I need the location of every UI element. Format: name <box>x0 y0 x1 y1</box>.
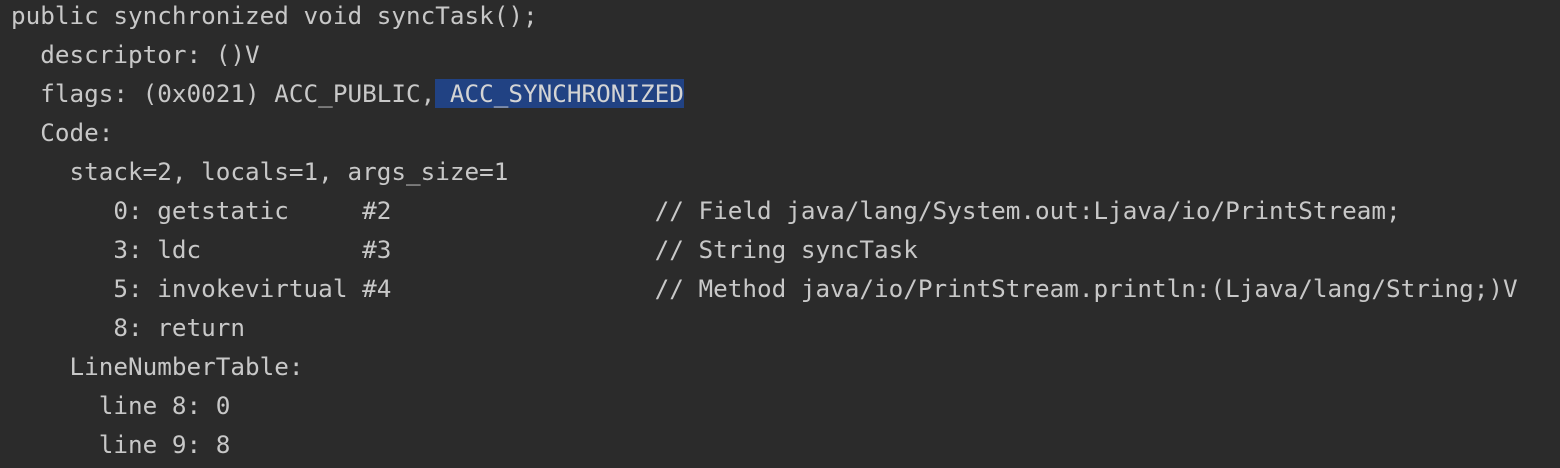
code-line-11: line 8: 0 <box>11 391 231 420</box>
code-line-6: 0: getstatic #2 // Field java/lang/Syste… <box>11 196 1401 225</box>
code-line-8: 5: invokevirtual #4 // Method java/io/Pr… <box>11 274 1518 303</box>
code-line-1: public synchronized void syncTask(); <box>11 1 538 30</box>
selected-text[interactable]: ACC_SYNCHRONIZED <box>435 79 684 108</box>
code-line-2: descriptor: ()V <box>11 40 260 69</box>
code-line-4: Code: <box>11 118 114 147</box>
code-line-9: 8: return <box>11 313 246 342</box>
flags-text: flags: (0x0021) ACC_PUBLIC, <box>11 79 436 108</box>
code-line-5: stack=2, locals=1, args_size=1 <box>11 157 509 186</box>
code-line-3: flags: (0x0021) ACC_PUBLIC, ACC_SYNCHRON… <box>11 74 1560 113</box>
code-line-12: line 9: 8 <box>11 430 231 459</box>
code-line-7: 3: ldc #3 // String syncTask <box>11 235 918 264</box>
code-line-10: LineNumberTable: <box>11 352 304 381</box>
code-editor[interactable]: public synchronized void syncTask(); des… <box>0 0 1560 464</box>
